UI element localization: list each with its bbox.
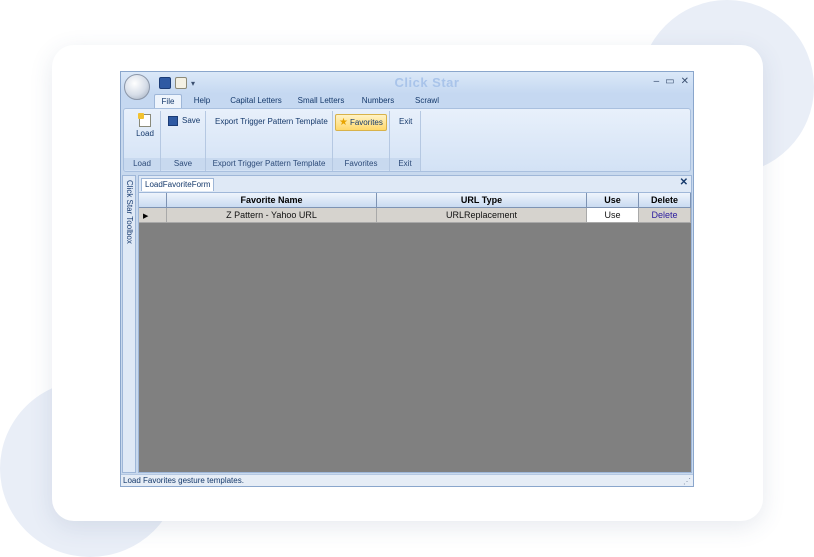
- save-button-label: Save: [182, 116, 201, 126]
- export-template-button[interactable]: Export Trigger Pattern Template: [215, 117, 328, 126]
- row-pointer-icon[interactable]: ▶: [139, 208, 167, 223]
- document-tab[interactable]: LoadFavoriteForm: [141, 178, 215, 191]
- maximize-button[interactable]: ▭: [665, 76, 674, 87]
- minimize-button[interactable]: –: [654, 76, 660, 87]
- cell-favorite-name[interactable]: Z Pattern - Yahoo URL: [167, 208, 377, 223]
- app-window: ▾ Click Star – ▭ ✕ File Help Capital Let…: [120, 71, 694, 487]
- status-text: Load Favorites gesture templates.: [123, 476, 244, 485]
- group-label-save: Save: [161, 158, 205, 170]
- resize-grip-icon[interactable]: ⋰: [683, 476, 691, 486]
- tab-small-letters[interactable]: Small Letters: [295, 94, 347, 109]
- grid-header: Favorite Name URL Type Use Delete: [139, 193, 691, 208]
- window-controls: – ▭ ✕: [654, 76, 689, 87]
- cell-url-type[interactable]: URLReplacement: [377, 208, 587, 223]
- close-icon[interactable]: ✕: [680, 177, 688, 188]
- favorites-button-label: Favorites: [349, 118, 383, 127]
- save-button[interactable]: Save: [168, 116, 200, 126]
- group-label-load: Load: [124, 158, 160, 170]
- column-header-url-type[interactable]: URL Type: [377, 193, 587, 208]
- star-icon: ★: [339, 117, 348, 128]
- ribbon-group-favorites: ★ Favorites Favorites: [333, 111, 390, 171]
- column-header-favorite-name[interactable]: Favorite Name: [167, 193, 377, 208]
- title-bar: ▾ Click Star – ▭ ✕: [121, 72, 693, 94]
- header-row-selector: [139, 193, 167, 208]
- favorites-button[interactable]: ★ Favorites: [335, 114, 387, 131]
- document-area: LoadFavoriteForm ✕ Favorite Name URL Typ…: [138, 175, 692, 473]
- tab-capital-letters[interactable]: Capital Letters: [225, 94, 287, 109]
- load-button[interactable]: Load: [132, 113, 158, 138]
- ribbon-group-export: Export Trigger Pattern Template Export T…: [206, 111, 333, 171]
- group-label-export: Export Trigger Pattern Template: [206, 158, 332, 170]
- ribbon-tabs: File Help Capital Letters Small Letters …: [121, 94, 693, 109]
- tab-help[interactable]: Help: [189, 94, 215, 109]
- column-header-delete[interactable]: Delete: [639, 193, 691, 208]
- load-button-label: Load: [136, 129, 154, 138]
- group-label-exit: Exit: [390, 158, 420, 170]
- window-title: Click Star: [394, 75, 460, 90]
- use-button[interactable]: Use: [587, 208, 639, 223]
- column-header-use[interactable]: Use: [587, 193, 639, 208]
- delete-link[interactable]: Delete: [639, 208, 691, 223]
- toolbox-sidebar[interactable]: Click Star Toolbox: [122, 175, 136, 473]
- tab-scrawl[interactable]: Scrawl: [409, 94, 445, 109]
- table-row[interactable]: ▶ Z Pattern - Yahoo URL URLReplacement U…: [139, 208, 691, 223]
- ribbon-group-exit: Exit Exit: [390, 111, 421, 171]
- orb-icon[interactable]: [124, 74, 150, 100]
- toolbox-label: Click Star Toolbox: [125, 180, 134, 244]
- ribbon-group-save: Save Save: [161, 111, 206, 171]
- load-icon: [138, 113, 151, 127]
- ribbon: Load Load Save Save Export Trigger Patte…: [123, 108, 691, 172]
- save-icon: [168, 116, 178, 126]
- tab-numbers[interactable]: Numbers: [359, 94, 397, 109]
- favorites-grid: Favorite Name URL Type Use Delete ▶ Z Pa…: [139, 192, 691, 472]
- tab-file[interactable]: File: [154, 94, 182, 109]
- group-label-favorites: Favorites: [333, 158, 389, 170]
- status-bar: Load Favorites gesture templates. ⋰: [121, 474, 693, 486]
- ribbon-group-load: Load Load: [124, 111, 161, 171]
- exit-button[interactable]: Exit: [399, 117, 412, 126]
- close-button[interactable]: ✕: [681, 76, 689, 87]
